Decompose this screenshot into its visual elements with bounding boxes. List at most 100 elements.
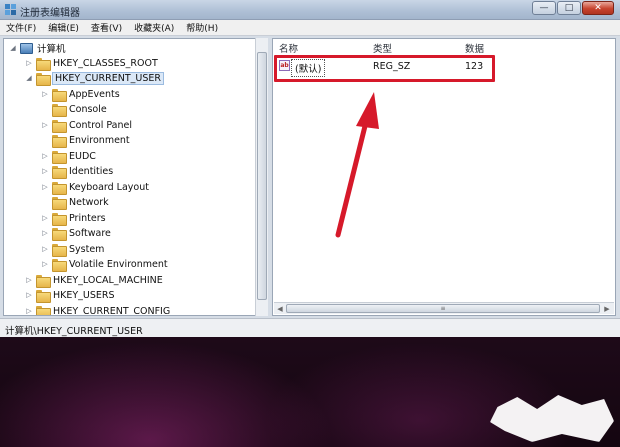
scrollbar-thumb[interactable]: ≡ [286, 304, 600, 313]
expand-arrow-icon[interactable]: ▷ [40, 166, 50, 176]
expand-arrow-icon[interactable]: ▷ [24, 58, 34, 68]
folder-icon [36, 274, 51, 288]
tree-vertical-scrollbar[interactable] [255, 38, 268, 316]
scroll-right-arrow-icon[interactable]: ▶ [602, 304, 612, 314]
tree-item-network[interactable]: Network [40, 195, 109, 210]
window-controls: — □ ✕ [532, 1, 614, 15]
menu-help[interactable]: 帮助(H) [186, 21, 218, 34]
tree-item-label: HKEY_CURRENT_CONFIG [53, 305, 171, 316]
title-bar[interactable]: 注册表编辑器 — □ ✕ [0, 0, 620, 20]
expand-arrow-icon[interactable]: ▷ [24, 275, 34, 285]
folder-icon [36, 289, 51, 303]
tree-item-hkey-current-config[interactable]: ▷ HKEY_CURRENT_CONFIG [24, 304, 171, 316]
tree-item-label: Printers [69, 212, 106, 224]
folder-icon [52, 150, 67, 164]
folder-icon [52, 243, 67, 257]
folder-icon [52, 88, 67, 102]
menu-view[interactable]: 查看(V) [91, 21, 122, 34]
expand-arrow-icon[interactable]: ▷ [40, 120, 50, 130]
folder-icon [52, 103, 67, 117]
folder-icon [52, 258, 67, 272]
expand-arrow-icon[interactable]: ▷ [24, 306, 34, 315]
tree-item-label: 计算机 [37, 44, 66, 55]
expand-arrow-icon[interactable]: ▷ [24, 290, 34, 300]
tree-item-hkey-users[interactable]: ▷ HKEY_USERS [24, 288, 115, 303]
tree-item-label: Control Panel [69, 119, 132, 131]
tree-item-label: HKEY_CURRENT_USER [52, 71, 164, 85]
tree-item-volatile-environment[interactable]: ▷ Volatile Environment [40, 257, 168, 272]
close-button[interactable]: ✕ [582, 1, 614, 15]
tree-item-eudc[interactable]: ▷ EUDC [40, 149, 96, 164]
tree-item-printers[interactable]: ▷ Printers [40, 211, 106, 226]
menu-favorites[interactable]: 收藏夹(A) [134, 21, 174, 34]
menu-file[interactable]: 文件(F) [6, 21, 36, 34]
annotation-highlight-box [274, 55, 495, 82]
folder-icon [52, 134, 67, 148]
folder-icon [52, 227, 67, 241]
key-tree-pane[interactable]: ◢ 计算机 ▷ HKEY_CLASSES_ROOT ◢ HKEY_CURRENT… [3, 38, 268, 316]
tree-item-control-panel[interactable]: ▷ Control Panel [40, 118, 132, 133]
column-header-type[interactable]: 类型 [373, 41, 392, 55]
tree-item-console[interactable]: Console [40, 102, 107, 117]
desktop-light-shape [490, 395, 614, 442]
folder-icon [52, 212, 67, 226]
expand-arrow-icon[interactable]: ▷ [40, 228, 50, 238]
minimize-button[interactable]: — [532, 1, 556, 15]
folder-icon [52, 119, 67, 133]
folder-icon [36, 72, 51, 86]
tree-item-software[interactable]: ▷ Software [40, 226, 111, 241]
maximize-button[interactable]: □ [557, 1, 581, 15]
tree-item-system[interactable]: ▷ System [40, 242, 105, 257]
tree-item-label: EUDC [69, 150, 96, 162]
folder-icon [52, 181, 67, 195]
tree-item-identities[interactable]: ▷ Identities [40, 164, 114, 179]
tree-item-computer[interactable]: ◢ 计算机 [8, 41, 66, 55]
tree-item-hkey-local-machine[interactable]: ▷ HKEY_LOCAL_MACHINE [24, 273, 163, 288]
tree-item-label: Console [69, 103, 107, 115]
tree-item-label: HKEY_USERS [53, 289, 115, 301]
expand-arrow-icon[interactable]: ▷ [40, 151, 50, 161]
menu-bar: 文件(F) 编辑(E) 查看(V) 收藏夹(A) 帮助(H) [0, 20, 620, 36]
tree-item-label: Keyboard Layout [69, 181, 149, 193]
tree-item-keyboard-layout[interactable]: ▷ Keyboard Layout [40, 180, 149, 195]
collapse-arrow-icon[interactable]: ◢ [24, 73, 34, 83]
tree-item-hkey-current-user[interactable]: ◢ HKEY_CURRENT_USER [24, 71, 164, 86]
tree-item-label: System [69, 243, 105, 255]
folder-icon [36, 57, 51, 71]
scrollbar-thumb[interactable] [257, 52, 267, 300]
scrollbar-grip-icon: ≡ [440, 305, 446, 312]
tree-item-environment[interactable]: Environment [40, 133, 130, 148]
column-header-data[interactable]: 数据 [465, 41, 484, 55]
expand-arrow-icon[interactable]: ▷ [40, 213, 50, 223]
expand-arrow-icon[interactable]: ▷ [40, 259, 50, 269]
status-path: 计算机\HKEY_CURRENT_USER [5, 326, 143, 337]
tree-item-label: Volatile Environment [69, 258, 168, 270]
expand-arrow-icon[interactable]: ▷ [40, 89, 50, 99]
tree-item-label: Identities [69, 165, 114, 177]
tree-item-label: Network [69, 196, 109, 208]
tree-item-label: HKEY_LOCAL_MACHINE [53, 274, 163, 286]
folder-icon [52, 165, 67, 179]
folder-icon [52, 196, 67, 210]
tree-item-hkey-classes-root[interactable]: ▷ HKEY_CLASSES_ROOT [24, 56, 158, 71]
registry-editor-icon [4, 3, 17, 16]
menu-edit[interactable]: 编辑(E) [48, 21, 79, 34]
status-bar: 计算机\HKEY_CURRENT_USER [0, 318, 620, 337]
list-horizontal-scrollbar[interactable]: ◀ ≡ ▶ [274, 302, 614, 314]
computer-icon [20, 42, 33, 54]
scroll-left-arrow-icon[interactable]: ◀ [275, 304, 285, 314]
tree-item-label: AppEvents [69, 88, 120, 100]
registry-editor-window: 注册表编辑器 — □ ✕ 文件(F) 编辑(E) 查看(V) 收藏夹(A) 帮助… [0, 0, 620, 337]
tree-item-label: Software [69, 227, 111, 239]
expand-arrow-icon[interactable]: ▷ [40, 182, 50, 192]
column-header-name[interactable]: 名称 [279, 41, 298, 55]
window-title: 注册表编辑器 [20, 8, 80, 19]
tree-item-label: Environment [69, 134, 130, 146]
tree-item-label: HKEY_CLASSES_ROOT [53, 57, 158, 69]
collapse-arrow-icon[interactable]: ◢ [8, 43, 18, 53]
tree-item-appevents[interactable]: ▷ AppEvents [40, 87, 120, 102]
expand-arrow-icon[interactable]: ▷ [40, 244, 50, 254]
